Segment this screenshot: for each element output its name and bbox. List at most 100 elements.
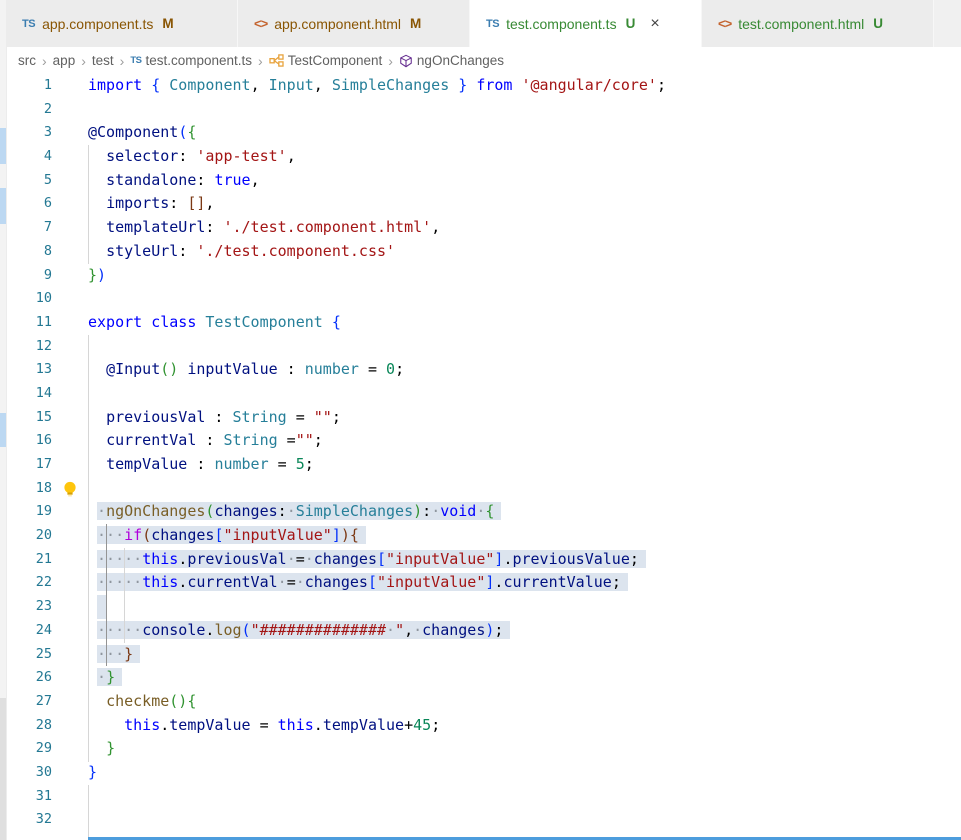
breadcrumb-item-class[interactable]: TestComponent (269, 53, 383, 68)
code-line-24[interactable]: 24 ·····console.log("##############·",·c… (6, 619, 961, 643)
breadcrumb-item-method[interactable]: ngOnChanges (399, 53, 504, 68)
line-number[interactable]: 21 (6, 548, 52, 572)
line-number[interactable]: 19 (6, 500, 52, 524)
line-number[interactable]: 27 (6, 690, 52, 714)
code-line-25[interactable]: 25 ···} (6, 643, 961, 667)
line-number[interactable]: 7 (6, 216, 52, 240)
code-line-11[interactable]: 11export class TestComponent { (6, 311, 961, 335)
line-number[interactable]: 5 (6, 169, 52, 193)
adjacent-editor-minimap-sliver[interactable] (0, 0, 7, 840)
code-line-21[interactable]: 21 ·····this.previousVal·=·changes["inpu… (6, 548, 961, 572)
code-text: ·ngOnChanges(changes:·SimpleChanges):·vo… (88, 500, 501, 524)
code-text: ·····console.log("##############·",·chan… (88, 619, 510, 643)
typescript-file-icon: TS (22, 18, 35, 30)
lightbulb-icon[interactable] (62, 481, 78, 498)
line-number[interactable]: 24 (6, 619, 52, 643)
code-text: ···if(changes["inputValue"]){ (88, 524, 366, 548)
code-text: import { Component, Input, SimpleChanges… (88, 74, 666, 98)
minimap-slider[interactable] (0, 698, 6, 840)
code-line-3[interactable]: 3@Component({ (6, 121, 961, 145)
code-line-18[interactable]: 18 (6, 477, 961, 501)
line-number[interactable]: 18 (6, 477, 52, 501)
code-text: this.tempValue = this.tempValue+45; (88, 714, 440, 738)
code-text: templateUrl: './test.component.html', (88, 216, 440, 240)
line-number[interactable]: 22 (6, 571, 52, 595)
code-line-13[interactable]: 13 @Input() inputValue : number = 0; (6, 358, 961, 382)
breadcrumb-item-file[interactable]: TS test.component.ts (130, 53, 252, 68)
indent-guide (88, 785, 89, 840)
line-number[interactable]: 17 (6, 453, 52, 477)
line-number[interactable]: 8 (6, 240, 52, 264)
line-number[interactable]: 30 (6, 761, 52, 785)
git-untracked-badge: U (626, 16, 636, 31)
code-line-19[interactable]: 19 ·ngOnChanges(changes:·SimpleChanges):… (6, 500, 961, 524)
chevron-right-icon: › (80, 53, 87, 69)
code-line-10[interactable]: 10 (6, 287, 961, 311)
line-number[interactable]: 16 (6, 429, 52, 453)
selection-highlight: ·} (97, 668, 122, 686)
breadcrumb-item-test[interactable]: test (92, 53, 114, 68)
line-number[interactable]: 14 (6, 382, 52, 406)
tab-app-component-ts[interactable]: TS app.component.ts M (6, 0, 238, 47)
line-number[interactable]: 25 (6, 643, 52, 667)
line-number[interactable]: 11 (6, 311, 52, 335)
code-line-5[interactable]: 5 standalone: true, (6, 169, 961, 193)
code-editor[interactable]: 1 import { Component, Input, SimpleChange… (0, 74, 961, 840)
code-line-31[interactable]: 31 (6, 785, 961, 809)
chevron-right-icon: › (41, 53, 48, 69)
line-number[interactable]: 4 (6, 145, 52, 169)
code-line-7[interactable]: 7 templateUrl: './test.component.html', (6, 216, 961, 240)
tab-test-component-html[interactable]: <> test.component.html U (702, 0, 934, 47)
code-line-29[interactable]: 29 } (6, 737, 961, 761)
line-number[interactable]: 3 (6, 121, 52, 145)
code-line-15[interactable]: 15 previousVal : String = ""; (6, 406, 961, 430)
git-modified-badge: M (410, 16, 421, 31)
code-line-30[interactable]: 30} (6, 761, 961, 785)
line-number[interactable]: 6 (6, 192, 52, 216)
chevron-right-icon: › (387, 53, 394, 69)
close-icon[interactable]: × (650, 16, 659, 32)
code-line-14[interactable]: 14 (6, 382, 961, 406)
code-line-12[interactable]: 12 (6, 335, 961, 359)
code-line-1[interactable]: 1 import { Component, Input, SimpleChange… (6, 74, 961, 98)
line-number[interactable]: 26 (6, 666, 52, 690)
code-line-26[interactable]: 26 ·} (6, 666, 961, 690)
code-line-8[interactable]: 8 styleUrl: './test.component.css' (6, 240, 961, 264)
selection-highlight: ·····this.currentVal·=·changes["inputVal… (97, 573, 628, 591)
line-number[interactable]: 29 (6, 737, 52, 761)
code-line-17[interactable]: 17 tempValue : number = 5; (6, 453, 961, 477)
line-number[interactable]: 1 (6, 74, 52, 98)
code-line-28[interactable]: 28 this.tempValue = this.tempValue+45; (6, 714, 961, 738)
line-number[interactable]: 23 (6, 595, 52, 619)
code-line-4[interactable]: 4 selector: 'app-test', (6, 145, 961, 169)
code-line-20[interactable]: 20 ···if(changes["inputValue"]){ (6, 524, 961, 548)
code-line-32[interactable]: 32 (6, 808, 961, 832)
line-number[interactable]: 2 (6, 98, 52, 122)
active-indent-guide (106, 524, 107, 666)
code-line-27[interactable]: 27 checkme(){ (6, 690, 961, 714)
chevron-right-icon: › (119, 53, 126, 69)
code-line-6[interactable]: 6 imports: [], (6, 192, 961, 216)
code-text: styleUrl: './test.component.css' (88, 240, 395, 264)
line-number[interactable]: 31 (6, 785, 52, 809)
code-line-9[interactable]: 9}) (6, 264, 961, 288)
code-line-2[interactable]: 2 (6, 98, 961, 122)
indent-guide (124, 548, 125, 643)
line-number[interactable]: 12 (6, 335, 52, 359)
tab-test-component-ts[interactable]: TS test.component.ts U × (470, 0, 702, 47)
breadcrumb-item-app[interactable]: app (53, 53, 76, 68)
line-number[interactable]: 15 (6, 406, 52, 430)
code-line-23[interactable]: 23 (6, 595, 961, 619)
line-number[interactable]: 32 (6, 808, 52, 832)
line-number[interactable]: 10 (6, 287, 52, 311)
code-line-22[interactable]: 22 ·····this.currentVal·=·changes["input… (6, 571, 961, 595)
line-number[interactable]: 28 (6, 714, 52, 738)
line-number[interactable]: 9 (6, 264, 52, 288)
code-text: } (88, 737, 115, 761)
line-number[interactable]: 13 (6, 358, 52, 382)
code-line-16[interactable]: 16 currentVal : String =""; (6, 429, 961, 453)
breadcrumb-item-src[interactable]: src (18, 53, 36, 68)
line-number[interactable]: 20 (6, 524, 52, 548)
tab-app-component-html[interactable]: <> app.component.html M (238, 0, 470, 47)
html-file-icon: <> (718, 16, 731, 31)
